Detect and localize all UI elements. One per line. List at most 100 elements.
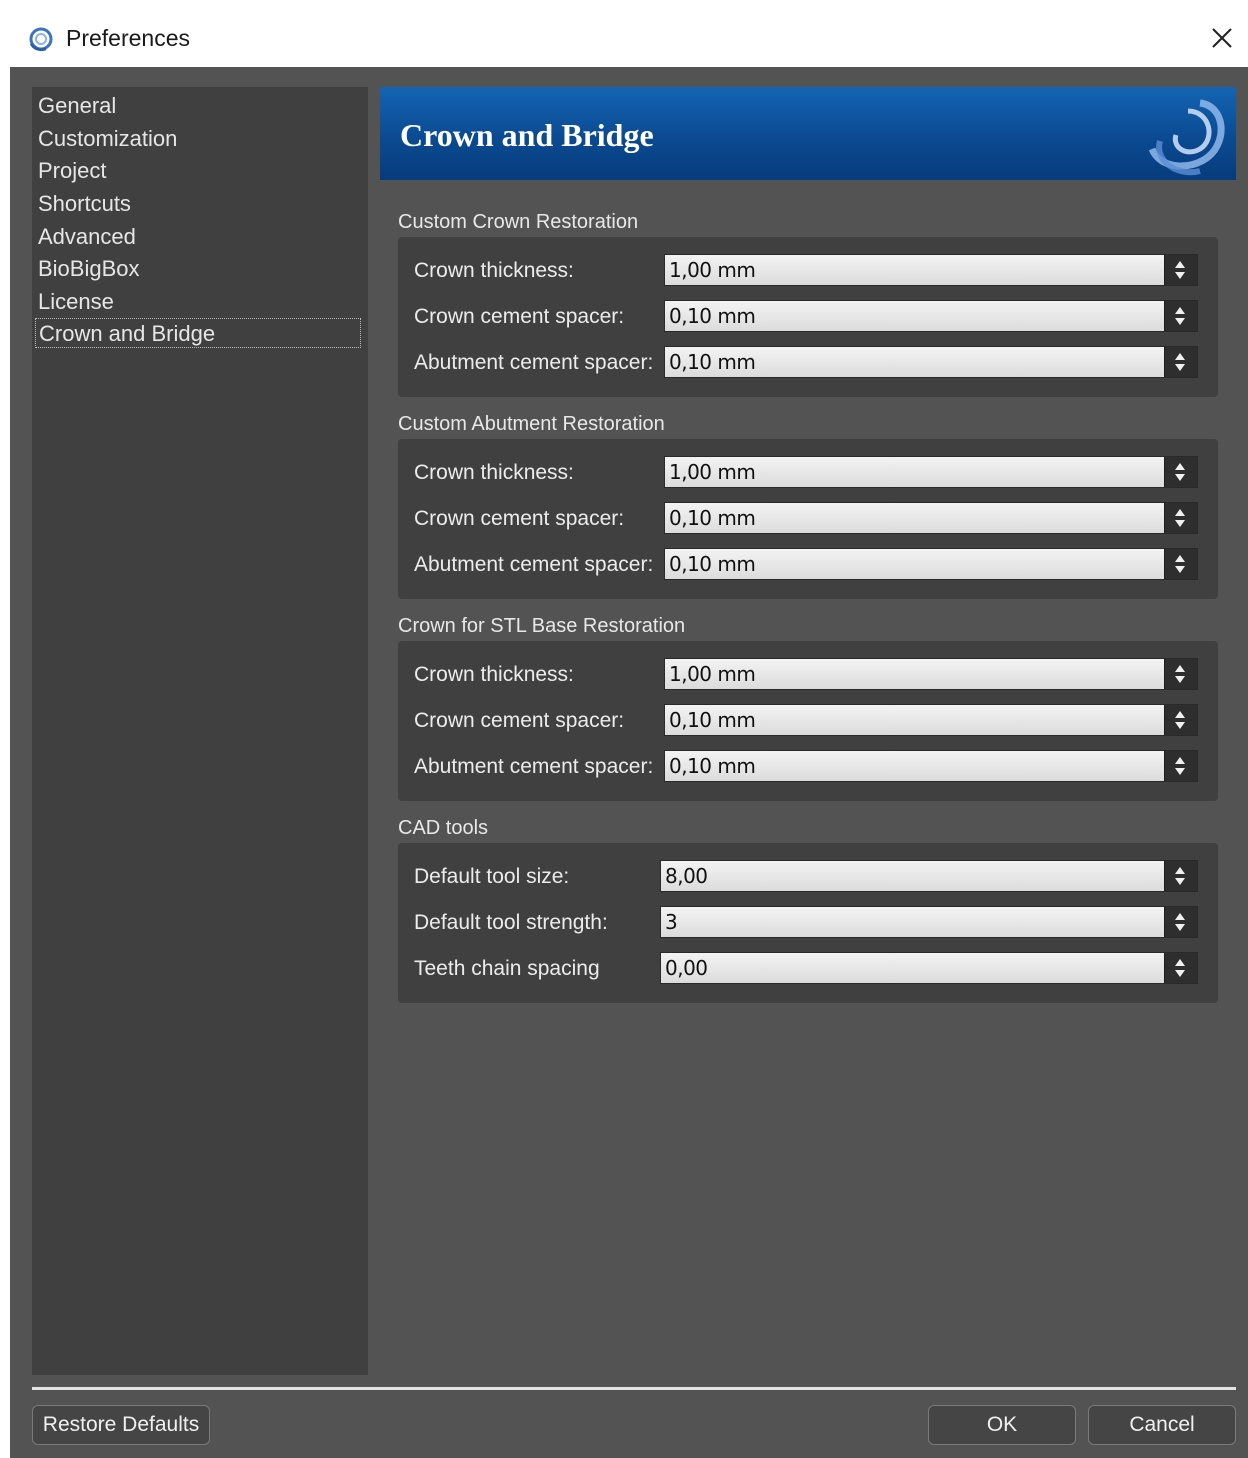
- group-crown-for-stl-base-restoration: Crown thickness: 1,00 mm Crown cement sp…: [398, 641, 1218, 801]
- sidebar-item-project[interactable]: Project: [35, 156, 361, 186]
- spin-up-icon[interactable]: [1175, 913, 1185, 920]
- spin-arrows[interactable]: [1164, 705, 1197, 735]
- group-title-cad-tools: CAD tools: [398, 817, 489, 839]
- page-header-banner: Crown and Bridge: [380, 87, 1236, 180]
- sidebar-item-general[interactable]: General: [35, 91, 361, 121]
- field-label: Crown thickness:: [414, 259, 574, 282]
- crown-thickness-spinbox[interactable]: 1,00 mm: [664, 658, 1198, 690]
- field-label: Abutment cement spacer:: [414, 553, 654, 576]
- crown-cement-spacer-spinbox[interactable]: 0,10 mm: [664, 300, 1198, 332]
- spin-down-icon[interactable]: [1175, 722, 1185, 729]
- spinbox-value[interactable]: 1,00 mm: [669, 255, 756, 285]
- spinbox-value[interactable]: 0,00: [665, 953, 708, 983]
- spin-down-icon[interactable]: [1175, 272, 1185, 279]
- spin-down-icon[interactable]: [1175, 768, 1185, 775]
- group-title-custom-crown: Custom Crown Restoration: [398, 211, 639, 233]
- spin-down-icon[interactable]: [1175, 364, 1185, 371]
- ok-button[interactable]: OK: [928, 1405, 1076, 1445]
- spinbox-value[interactable]: 0,10 mm: [669, 549, 756, 579]
- field-label: Default tool strength:: [414, 911, 608, 934]
- spinbox-value[interactable]: 0,10 mm: [669, 301, 756, 331]
- spin-up-icon[interactable]: [1175, 463, 1185, 470]
- group-custom-crown-restoration: Crown thickness: 1,00 mm Crown cement sp…: [398, 237, 1218, 397]
- spinbox-value[interactable]: 1,00 mm: [669, 457, 756, 487]
- spinbox-value[interactable]: 0,10 mm: [669, 347, 756, 377]
- spin-down-icon[interactable]: [1175, 970, 1185, 977]
- field-label: Crown thickness:: [414, 663, 574, 686]
- spin-up-icon[interactable]: [1175, 307, 1185, 314]
- restore-defaults-button[interactable]: Restore Defaults: [32, 1405, 210, 1445]
- sidebar-item-shortcuts[interactable]: Shortcuts: [35, 189, 361, 219]
- spin-arrows[interactable]: [1164, 457, 1197, 487]
- spin-arrows[interactable]: [1164, 255, 1197, 285]
- crown-cement-spacer-spinbox[interactable]: 0,10 mm: [664, 502, 1198, 534]
- field-label: Crown thickness:: [414, 461, 574, 484]
- spin-up-icon[interactable]: [1175, 555, 1185, 562]
- spin-up-icon[interactable]: [1175, 711, 1185, 718]
- title-bar: Preferences: [10, 10, 1248, 67]
- cancel-button[interactable]: Cancel: [1088, 1405, 1236, 1445]
- spin-arrows[interactable]: [1164, 953, 1197, 983]
- spin-down-icon[interactable]: [1175, 318, 1185, 325]
- field-label: Default tool size:: [414, 865, 570, 888]
- field-label: Crown cement spacer:: [414, 305, 625, 328]
- close-icon: [1212, 28, 1232, 48]
- group-title-stl-base: Crown for STL Base Restoration: [398, 615, 686, 637]
- spin-up-icon[interactable]: [1175, 867, 1185, 874]
- sidebar-item-advanced[interactable]: Advanced: [35, 222, 361, 252]
- spin-up-icon[interactable]: [1175, 959, 1185, 966]
- group-custom-abutment-restoration: Crown thickness: 1,00 mm Crown cement sp…: [398, 439, 1218, 599]
- app-logo-icon: [29, 27, 53, 52]
- default-tool-size-spinbox[interactable]: 8,00: [660, 860, 1198, 892]
- field-label: Abutment cement spacer:: [414, 755, 654, 778]
- spin-up-icon[interactable]: [1175, 261, 1185, 268]
- close-button[interactable]: [1204, 20, 1240, 56]
- sidebar-item-biobigbox[interactable]: BioBigBox: [35, 254, 361, 284]
- spin-down-icon[interactable]: [1175, 520, 1185, 527]
- spin-down-icon[interactable]: [1175, 924, 1185, 931]
- sidebar: General Customization Project Shortcuts …: [32, 87, 368, 1375]
- spin-arrows[interactable]: [1164, 659, 1197, 689]
- abutment-cement-spacer-spinbox[interactable]: 0,10 mm: [664, 750, 1198, 782]
- footer-divider: [32, 1387, 1236, 1390]
- window-title: Preferences: [66, 25, 191, 51]
- spin-up-icon[interactable]: [1175, 757, 1185, 764]
- spin-arrows[interactable]: [1164, 347, 1197, 377]
- spin-up-icon[interactable]: [1175, 509, 1185, 516]
- spin-arrows[interactable]: [1164, 751, 1197, 781]
- spin-down-icon[interactable]: [1175, 566, 1185, 573]
- sidebar-item-crown-and-bridge[interactable]: Crown and Bridge: [35, 318, 361, 348]
- abutment-cement-spacer-spinbox[interactable]: 0,10 mm: [664, 548, 1198, 580]
- spin-up-icon[interactable]: [1175, 665, 1185, 672]
- sidebar-item-customization[interactable]: Customization: [35, 124, 361, 154]
- spin-up-icon[interactable]: [1175, 353, 1185, 360]
- field-label: Abutment cement spacer:: [414, 351, 654, 374]
- spinbox-value[interactable]: 8,00: [665, 861, 708, 891]
- spin-arrows[interactable]: [1164, 301, 1197, 331]
- crown-cement-spacer-spinbox[interactable]: 0,10 mm: [664, 704, 1198, 736]
- field-label: Crown cement spacer:: [414, 709, 625, 732]
- spin-arrows[interactable]: [1164, 503, 1197, 533]
- spin-down-icon[interactable]: [1175, 676, 1185, 683]
- field-label: Teeth chain spacing: [414, 957, 600, 980]
- sidebar-item-license[interactable]: License: [35, 287, 361, 317]
- spinbox-value[interactable]: 0,10 mm: [669, 503, 756, 533]
- crown-thickness-spinbox[interactable]: 1,00 mm: [664, 254, 1198, 286]
- spinbox-value[interactable]: 0,10 mm: [669, 705, 756, 735]
- spinbox-value[interactable]: 0,10 mm: [669, 751, 756, 781]
- teeth-chain-spacing-spinbox[interactable]: 0,00: [660, 952, 1198, 984]
- spin-arrows[interactable]: [1164, 861, 1197, 891]
- field-label: Crown cement spacer:: [414, 507, 625, 530]
- spin-down-icon[interactable]: [1175, 474, 1185, 481]
- spin-down-icon[interactable]: [1175, 878, 1185, 885]
- default-tool-strength-spinbox[interactable]: 3: [660, 906, 1198, 938]
- preferences-window: General Customization Project Shortcuts …: [10, 67, 1248, 1458]
- spin-arrows[interactable]: [1164, 549, 1197, 579]
- spin-arrows[interactable]: [1164, 907, 1197, 937]
- group-cad-tools: Default tool size: 8,00 Default tool str…: [398, 843, 1218, 1003]
- swirl-logo-icon: [1148, 99, 1225, 176]
- abutment-cement-spacer-spinbox[interactable]: 0,10 mm: [664, 346, 1198, 378]
- crown-thickness-spinbox[interactable]: 1,00 mm: [664, 456, 1198, 488]
- spinbox-value[interactable]: 3: [665, 907, 678, 937]
- spinbox-value[interactable]: 1,00 mm: [669, 659, 756, 689]
